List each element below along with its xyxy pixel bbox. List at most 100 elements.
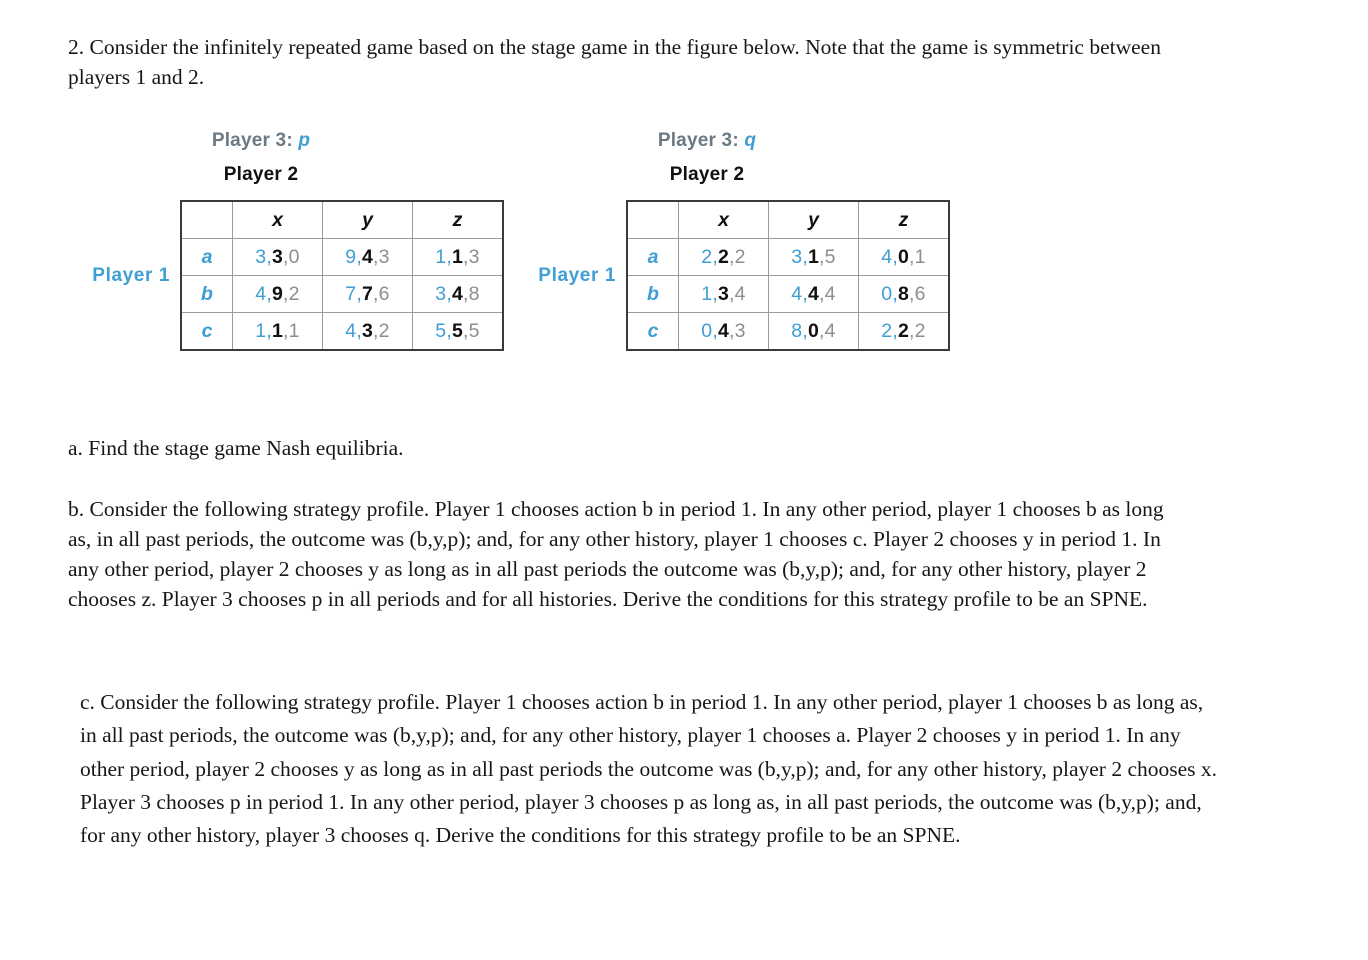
payoff-player1: 2 — [701, 245, 713, 268]
payoff-player1: 4 — [255, 282, 267, 305]
player3-label: Player 3: — [211, 130, 293, 151]
payoff-player3: 2 — [378, 319, 390, 342]
row-action-header: b — [180, 275, 233, 313]
payoff-cell: 1,3,4 — [678, 275, 769, 313]
row-action-header: c — [626, 312, 679, 351]
payoff-cell: 2,2,2 — [858, 312, 950, 351]
payoff-player1: 1 — [701, 282, 713, 305]
payoff-matrix-q: Player 3: q Player 2 Player 1 x y z a 2,2,2 3,1,… — [512, 130, 950, 351]
column-action-header: y — [768, 200, 859, 239]
table-row: c 0,4,3 8,0,4 2,2,2 — [626, 312, 950, 351]
payoff-player1: 4 — [345, 319, 357, 342]
payoff-cell: 4,3,2 — [322, 312, 413, 351]
payoff-cell: 8,0,4 — [768, 312, 859, 351]
payoff-player2: 1 — [451, 245, 464, 268]
payoff-player1: 2 — [881, 319, 893, 342]
payoff-player2: 4 — [361, 245, 374, 268]
player3-action-value: p — [298, 130, 311, 151]
question-part-a-text: a. Find the stage game Nash equilibria. — [68, 436, 404, 460]
payoff-player2: 5 — [451, 319, 464, 342]
player3-label: Player 3: — [657, 130, 739, 151]
payoff-player2: 0 — [807, 319, 820, 342]
table-row: b 4,9,2 7,7,6 3,4,8 — [180, 275, 504, 313]
player3-action-header: Player 3: q — [512, 130, 902, 152]
payoff-player3: 6 — [378, 282, 390, 305]
payoff-player1: 9 — [345, 245, 357, 268]
payoff-player1: 7 — [345, 282, 357, 305]
payoff-player3: 5 — [824, 245, 836, 268]
payoff-player3: 1 — [914, 245, 926, 268]
payoff-player2: 2 — [717, 245, 730, 268]
payoff-player3: 8 — [468, 282, 480, 305]
column-action-header: y — [322, 200, 413, 239]
payoff-player2: 0 — [897, 245, 910, 268]
payoff-player1: 3 — [435, 282, 447, 305]
payoff-player2: 7 — [361, 282, 374, 305]
payoff-cell: 1,1,3 — [412, 238, 504, 276]
matrix-row-wrapper: Player 1 x y z a 2,2,2 3,1,5 4,0,1 b 1,3,4 4,4,4 0,… — [512, 200, 950, 351]
payoff-cell: 4,4,4 — [768, 275, 859, 313]
table-row: a 3,3,0 9,4,3 1,1,3 — [180, 238, 504, 276]
table-corner-cell — [626, 200, 679, 239]
payoff-cell: 3,1,5 — [768, 238, 859, 276]
column-action-header: x — [678, 200, 769, 239]
payoff-player3: 4 — [734, 282, 746, 305]
payoff-cell: 9,4,3 — [322, 238, 413, 276]
payoff-cell: 4,9,2 — [232, 275, 323, 313]
payoff-cell: 3,3,0 — [232, 238, 323, 276]
payoff-player3: 3 — [468, 245, 480, 268]
column-player-header: Player 2 — [669, 164, 745, 185]
payoff-player1: 8 — [791, 319, 803, 342]
column-action-header: x — [232, 200, 323, 239]
payoff-player2: 9 — [271, 282, 284, 305]
payoff-player3: 2 — [288, 282, 300, 305]
payoff-player3: 4 — [824, 282, 836, 305]
payoff-cell: 0,8,6 — [858, 275, 950, 313]
payoff-player3: 3 — [378, 245, 390, 268]
payoff-player1: 0 — [701, 319, 713, 342]
payoff-player2: 1 — [271, 319, 284, 342]
row-player-header: Player 1 — [538, 264, 616, 286]
column-action-header: z — [858, 200, 950, 239]
payoff-cell: 4,0,1 — [858, 238, 950, 276]
payoff-player2: 4 — [807, 282, 820, 305]
payoff-player2: 2 — [897, 319, 910, 342]
payoff-player3: 2 — [734, 245, 746, 268]
payoff-player3: 6 — [914, 282, 926, 305]
table-row: c 1,1,1 4,3,2 5,5,5 — [180, 312, 504, 351]
table-corner-cell — [180, 200, 233, 239]
table-row: b 1,3,4 4,4,4 0,8,6 — [626, 275, 950, 313]
player3-action-value: q — [744, 130, 757, 151]
payoff-player3: 3 — [734, 319, 746, 342]
table-row: a 2,2,2 3,1,5 4,0,1 — [626, 238, 950, 276]
payoff-matrix-p: Player 3: p Player 2 Player 1 x y z a 3,3,0 9,4,… — [66, 130, 504, 351]
matrix-row-wrapper: Player 1 x y z a 3,3,0 9,4,3 1,1,3 b 4,9,2 7,7,6 3,… — [66, 200, 504, 351]
question-part-b-text: b. Consider the following strategy profi… — [68, 497, 1164, 611]
payoff-player3: 4 — [824, 319, 836, 342]
row-action-header: c — [180, 312, 233, 351]
payoff-table: x y z a 3,3,0 9,4,3 1,1,3 b 4,9,2 7,7,6 3,4,8 c 1,1,… — [180, 200, 504, 351]
payoff-table: x y z a 2,2,2 3,1,5 4,0,1 b 1,3,4 4,4,4 0,8,6 c 0,4,… — [626, 200, 950, 351]
row-action-header: a — [626, 238, 679, 276]
payoff-cell: 5,5,5 — [412, 312, 504, 351]
payoff-player1: 4 — [881, 245, 893, 268]
table-header-row: xyz — [180, 200, 504, 239]
row-action-header: b — [626, 275, 679, 313]
payoff-player1: 3 — [255, 245, 267, 268]
row-player-header: Player 1 — [92, 264, 170, 286]
payoff-cell: 2,2,2 — [678, 238, 769, 276]
payoff-player1: 4 — [791, 282, 803, 305]
payoff-player2: 1 — [807, 245, 820, 268]
payoff-player2: 3 — [361, 319, 374, 342]
payoff-cell: 0,4,3 — [678, 312, 769, 351]
column-action-header: z — [412, 200, 504, 239]
payoff-player2: 3 — [271, 245, 284, 268]
payoff-player3: 2 — [914, 319, 926, 342]
payoff-player1: 0 — [881, 282, 893, 305]
payoff-player2: 8 — [897, 282, 910, 305]
question-intro-text: 2. Consider the infinitely repeated game… — [68, 35, 1161, 89]
payoff-player2: 4 — [717, 319, 730, 342]
player3-action-header: Player 3: p — [66, 130, 456, 152]
payoff-player3: 5 — [468, 319, 480, 342]
question-part-c-text: c. Consider the following strategy profi… — [80, 690, 1218, 848]
